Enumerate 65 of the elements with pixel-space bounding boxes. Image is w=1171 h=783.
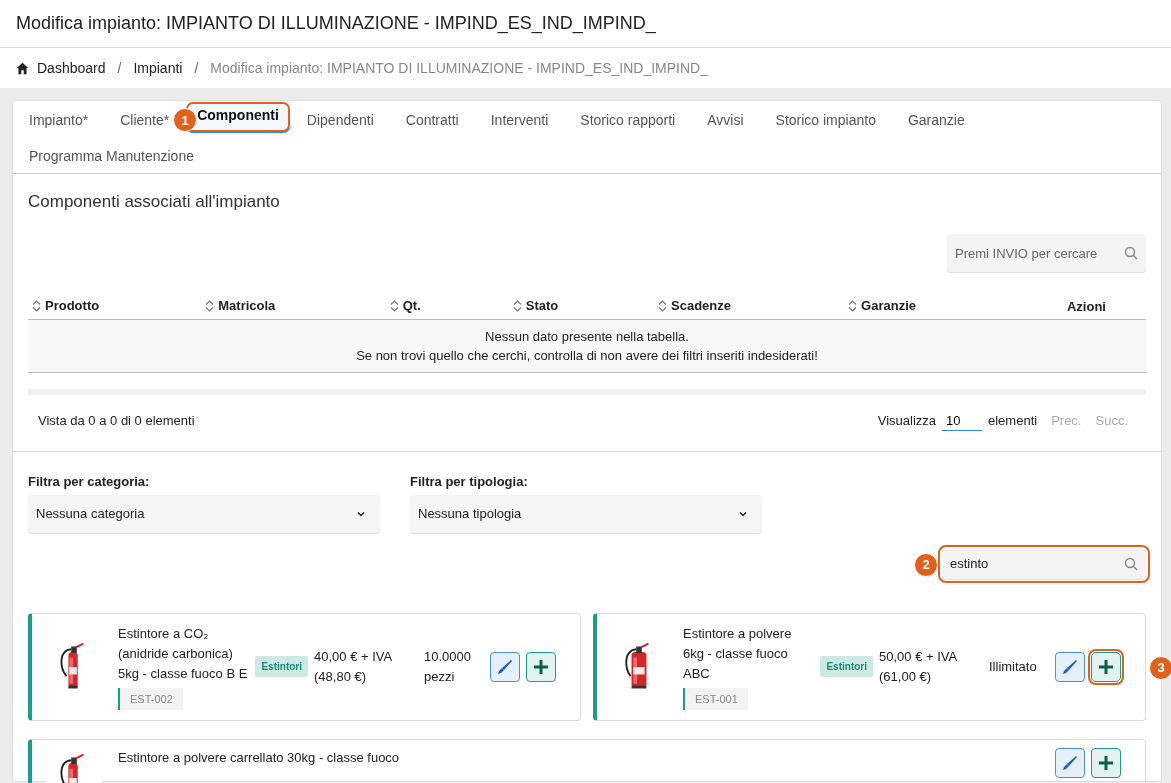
- tab[interactable]: Storico impianto: [775, 101, 876, 137]
- product-code: EST-002: [118, 687, 183, 710]
- edit-button[interactable]: [1055, 651, 1085, 682]
- column-header[interactable]: Stato: [525, 298, 559, 313]
- breadcrumb-separator: /: [117, 60, 122, 76]
- product-name: Estintore a polvere carrellato 30kg - classe fuoco: [118, 748, 401, 767]
- product-name: Estintore a CO₂ (anidride carbonica) 5kg - classe fuoco B E: [118, 624, 249, 683]
- plus-icon: [1097, 753, 1115, 772]
- pagination-info: Vista da 0 a 0 di 0 elementi: [38, 413, 196, 428]
- column-header[interactable]: Scadenze: [671, 298, 732, 313]
- add-button[interactable]: [1091, 747, 1121, 778]
- column-header[interactable]: Prodotto: [45, 298, 100, 313]
- search-icon: [1124, 246, 1138, 260]
- page-size-label: Visualizza: [877, 413, 936, 428]
- filter-label: Filtra per tipologia:: [410, 473, 529, 489]
- plus-icon: [1097, 657, 1115, 676]
- page-title: Modifica impianto: IMPIANTO DI ILLUMINAZIONE - IMPIND_ES_IND_IMPIND_: [16, 13, 656, 34]
- search-icon: [1124, 556, 1138, 571]
- stock-quantity: 10.0000 pezzi: [424, 647, 472, 686]
- home-icon: [16, 61, 29, 75]
- search-field[interactable]: Premi INVIO per cercare: [947, 234, 1146, 272]
- tab[interactable]: Avvisi: [707, 101, 744, 137]
- product-price: 40,00 € + IVA (48,80 €): [314, 647, 393, 686]
- category-tag: Estintori: [255, 656, 308, 677]
- filter-label: Filtra per categoria:: [28, 473, 151, 489]
- breadcrumb-current: Modifica impianto: IMPIANTO DI ILLUMINAZIONE - IMPIND_ES_IND_IMPIND_: [210, 60, 708, 76]
- pen-icon: [1061, 657, 1079, 676]
- category-tag: Estintori: [820, 656, 873, 677]
- add-button[interactable]: [1091, 651, 1121, 682]
- product-name: Estintore a polvere 6kg - classe fuoco ABC: [683, 624, 793, 683]
- product-price: 50,00 € + IVA (61,00 €): [879, 647, 958, 686]
- plus-icon: [532, 657, 550, 676]
- breadcrumb-link[interactable]: Impianti: [133, 60, 183, 76]
- add-button[interactable]: [526, 651, 556, 682]
- tab[interactable]: Contratti: [405, 101, 459, 137]
- empty-message: Se non trovi quello che cerchi, controlla di non avere dei filtri inseriti indesiderati!: [355, 346, 819, 365]
- section-title: Componenti associati all'impianto: [28, 192, 281, 212]
- page-size-unit: elementi: [988, 413, 1038, 428]
- column-header[interactable]: Garanzie: [861, 298, 916, 313]
- column-header[interactable]: Azioni: [1067, 298, 1106, 314]
- tab[interactable]: Interventi: [490, 101, 549, 137]
- tab[interactable]: Impianto*: [29, 101, 89, 137]
- step-marker: 3: [1149, 655, 1171, 680]
- edit-button[interactable]: [1055, 747, 1085, 778]
- tab[interactable]: Storico rapporti: [580, 101, 676, 137]
- select-field[interactable]: Nessuna categoria: [28, 494, 380, 533]
- breadcrumb-separator: /: [194, 60, 199, 76]
- empty-message: Nessun dato presente nella tabella.: [484, 327, 690, 346]
- column-header[interactable]: Matricola: [218, 298, 276, 313]
- tab[interactable]: Garanzie: [907, 101, 965, 137]
- column-header[interactable]: Qt.: [402, 298, 421, 313]
- pen-icon: [1061, 753, 1079, 772]
- page-size-field[interactable]: 10: [942, 410, 982, 431]
- tab[interactable]: Dipendenti: [306, 101, 374, 137]
- product-code: EST-001: [683, 687, 748, 710]
- stock-quantity: Illimitato: [989, 657, 1038, 676]
- select-field[interactable]: Nessuna tipologia: [410, 494, 762, 533]
- tab[interactable]: Programma Manutenzione: [29, 137, 194, 173]
- tab[interactable]: Cliente*: [120, 101, 170, 137]
- search-field[interactable]: estinto: [942, 548, 1146, 579]
- pen-icon: [496, 657, 514, 676]
- step-marker: 2: [914, 552, 938, 577]
- breadcrumb-link[interactable]: Dashboard: [37, 60, 106, 76]
- step-marker: 1: [173, 108, 198, 132]
- edit-button[interactable]: [490, 651, 520, 682]
